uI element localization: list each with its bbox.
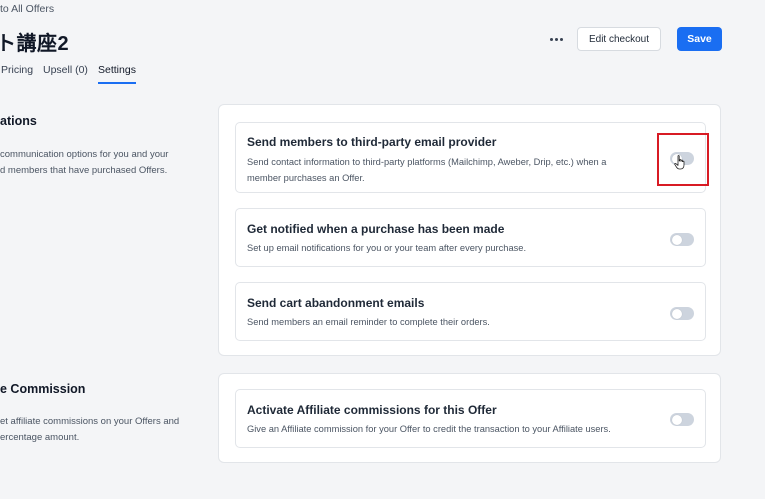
dot-icon [549,37,553,41]
affiliate-section-title: e Commission [0,382,86,396]
setting-title: Get notified when a purchase has been ma… [247,222,505,236]
setting-desc: Send contact information to third-party … [247,157,607,167]
toggle-knob [671,414,682,425]
save-button[interactable]: Save [677,27,722,51]
edit-checkout-button[interactable]: Edit checkout [577,27,661,51]
affiliate-section-desc-2: ercentage amount. [0,432,80,443]
notifications-card: Send members to third-party email provid… [218,104,721,356]
setting-row-email-provider: Send members to third-party email provid… [235,122,706,193]
dot-icon [559,37,563,41]
page-title: ト講座2 [0,33,70,55]
setting-desc: Set up email notifications for you or yo… [247,243,527,253]
setting-desc: Send members an email reminder to comple… [247,317,490,327]
cart-abandonment-toggle[interactable] [670,307,694,320]
dot-icon [554,37,558,41]
setting-title: Activate Affiliate commissions for this … [247,403,497,417]
notifications-section-title: ations [0,114,37,128]
purchase-notify-toggle[interactable] [670,233,694,246]
toggle-knob [671,308,682,319]
setting-title: Send members to third-party email provid… [247,135,497,149]
setting-title: Send cart abandonment emails [247,296,425,310]
tab-settings[interactable]: Settings [98,64,136,84]
hand-cursor-icon [674,155,685,170]
more-options-button[interactable] [545,30,567,48]
notifications-section-desc-1: communication options for you and your [0,149,169,160]
setting-desc: member purchases an Offer. [247,173,365,183]
setting-row-cart-abandonment: Send cart abandonment emails Send member… [235,282,706,341]
tab-pricing[interactable]: Pricing [1,64,33,84]
breadcrumb[interactable]: to All Offers [0,3,54,15]
affiliate-toggle[interactable] [670,413,694,426]
toggle-knob [671,234,682,245]
affiliate-card: Activate Affiliate commissions for this … [218,373,721,463]
setting-row-purchase-notify: Get notified when a purchase has been ma… [235,208,706,267]
setting-desc: Give an Affiliate commission for your Of… [247,424,611,434]
affiliate-section-desc-1: et affiliate commissions on your Offers … [0,416,180,427]
notifications-section-desc-2: d members that have purchased Offers. [0,165,168,176]
setting-row-affiliate: Activate Affiliate commissions for this … [235,389,706,448]
tab-upsell[interactable]: Upsell (0) [43,64,88,84]
